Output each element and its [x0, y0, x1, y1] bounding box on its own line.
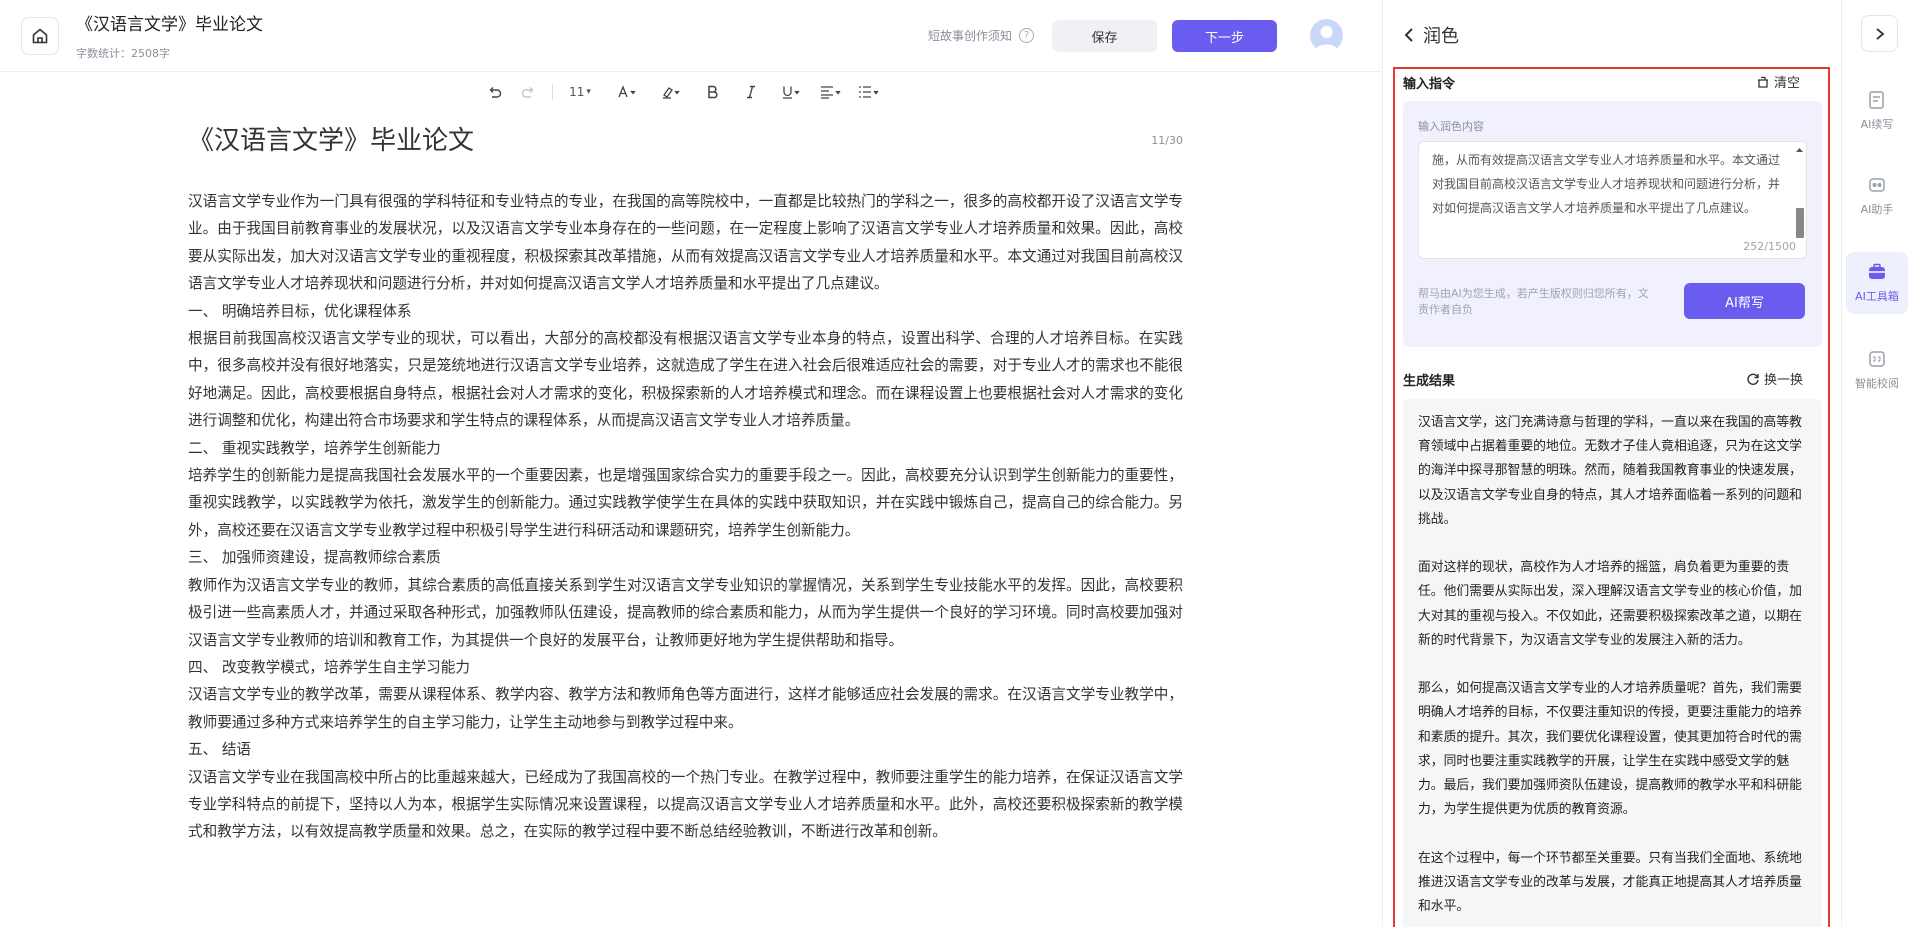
paragraph[interactable]: 汉语言文学专业在我国高校中所占的比重越来越大，已经成为了我国高校的一个热门专业。… [188, 764, 1183, 846]
tool-sidebar: AI续写 AI助手 AI工具箱 智能校阅 [1841, 0, 1912, 927]
font-color-icon [618, 85, 636, 98]
section-heading[interactable]: 二、 重视实践教学，培养学生创新能力 [188, 435, 1183, 462]
next-step-button[interactable]: 下一步 [1172, 20, 1277, 52]
proofread-icon [1869, 351, 1885, 367]
panel-header[interactable]: 润色 [1403, 22, 1459, 48]
toolbox-icon [1869, 263, 1885, 279]
scrollbar[interactable] [1795, 144, 1804, 256]
list-icon [859, 86, 879, 98]
chevron-right-icon [1875, 27, 1884, 40]
result-paragraph: 那么，如何提高汉语言文学专业的人才培养质量呢？首先，我们需要明确人才培养的目标，… [1418, 681, 1802, 818]
clear-label: 清空 [1774, 76, 1801, 91]
italic-button[interactable] [741, 80, 761, 104]
result-paragraph: 汉语言文学，这门充满诗意与哲理的学科，一直以来在我国的高等教育领域中占据着重要的… [1418, 415, 1802, 527]
char-count: 252/1500 [1743, 240, 1796, 253]
sidebar-item-ai-assistant[interactable]: AI助手 [1846, 165, 1908, 227]
align-button[interactable] [819, 80, 845, 104]
underline-icon [783, 86, 800, 99]
paragraph[interactable]: 汉语言文学专业作为一门具有很强的学科特征和专业特点的专业，在我国的高等院校中，一… [188, 188, 1183, 298]
collapse-panel-button[interactable] [1861, 15, 1898, 52]
bold-button[interactable] [703, 80, 723, 104]
sidebar-item-smart-proofread[interactable]: 智能校阅 [1846, 339, 1908, 401]
result-text[interactable]: 汉语言文学，这门充满诗意与哲理的学科，一直以来在我国的高等教育领域中占据着重要的… [1418, 411, 1808, 927]
panel-title: 润色 [1423, 26, 1459, 47]
sidebar-item-ai-toolbox[interactable]: AI工具箱 [1846, 252, 1908, 314]
ai-write-button[interactable]: AI帮写 [1684, 283, 1805, 319]
sidebar-item-ai-continue[interactable]: AI续写 [1846, 80, 1908, 142]
highlight-color-button[interactable] [659, 80, 685, 104]
robot-icon [1869, 178, 1885, 192]
input-section-title: 输入指令 [1403, 77, 1456, 92]
chevron-down-icon: ▾ [586, 87, 591, 97]
sidebar-item-label: 智能校阅 [1855, 377, 1899, 390]
redo-button[interactable] [516, 80, 540, 104]
document-heading[interactable]: 《汉语言文学》毕业论文 [188, 120, 1183, 157]
back-arrow-icon[interactable] [1403, 27, 1415, 43]
help-icon[interactable]: ? [1019, 28, 1035, 43]
word-count: 字数统计：2508字 [76, 47, 170, 60]
panel-content: 输入指令 清空 输入润色内容 施，从而有效提高汉语言文学专业人才培养质量和水平。… [1393, 67, 1830, 927]
swap-label: 换一换 [1764, 373, 1804, 388]
input-label: 输入润色内容 [1418, 120, 1484, 133]
user-avatar-icon [1315, 26, 1338, 52]
section-heading[interactable]: 四、 改变教学模式，培养学生自主学习能力 [188, 654, 1183, 681]
paragraph[interactable]: 教师作为汉语言文学专业的教师，其综合素质的高低直接关系到学生对汉语言文学专业知识… [188, 572, 1183, 654]
polish-panel: 润色 输入指令 清空 输入润色内容 施，从而有效提高汉语言文学专业人才培养质量和… [1382, 0, 1841, 927]
paragraph[interactable]: 汉语言文学专业的教学改革，需要从课程体系、教学内容、教学方法和教师角色等方面进行… [188, 681, 1183, 736]
font-color-button[interactable] [615, 80, 641, 104]
paragraph[interactable]: 培养学生的创新能力是提高我国社会发展水平的一个重要因素，也是增强国家综合实力的重… [188, 462, 1183, 544]
undo-icon [489, 86, 501, 98]
input-card: 输入润色内容 施，从而有效提高汉语言文学专业人才培养质量和水平。本文通过对我国目… [1403, 101, 1822, 347]
ai-continue-icon [1869, 91, 1884, 109]
clear-icon [1758, 76, 1768, 88]
scroll-up-icon[interactable] [1795, 146, 1804, 154]
redo-icon [521, 86, 533, 98]
result-paragraph: 在这个过程中，每一个环节都至关重要。只有当我们全面地、系统地推进汉语言文学专业的… [1418, 850, 1802, 915]
page-counter: 11/30 [1151, 134, 1183, 147]
section-heading[interactable]: 一、 明确培养目标，优化课程体系 [188, 298, 1183, 325]
editor-toolbar: 11 ▾ [482, 80, 883, 104]
align-left-icon [821, 86, 841, 99]
document-body[interactable]: 汉语言文学专业作为一门具有很强的学科特征和专业特点的专业，在我国的高等院校中，一… [188, 188, 1183, 846]
paragraph[interactable]: 根据目前我国高校汉语言文学专业的现状，可以看出，大部分的高校都没有根据汉语言文学… [188, 325, 1183, 435]
result-card: 汉语言文学，这门充满诗意与哲理的学科，一直以来在我国的高等教育领域中占据着重要的… [1403, 399, 1822, 927]
result-paragraph: 面对这样的现状，高校作为人才培养的摇篮，肩负着更为重要的责任。他们需要从实际出发… [1418, 560, 1802, 648]
sidebar-item-label: AI助手 [1860, 203, 1894, 216]
clear-button[interactable]: 清空 [1756, 72, 1800, 91]
top-header: 《汉语言文学》毕业论文 字数统计：2508字 短故事创作须知 ? 保存 下一步 [0, 0, 1382, 72]
sidebar-item-label: AI工具箱 [1855, 290, 1899, 303]
section-heading[interactable]: 三、 加强师资建设，提高教师综合素质 [188, 544, 1183, 571]
undo-button[interactable] [482, 80, 506, 104]
save-button[interactable]: 保存 [1052, 20, 1157, 52]
swap-button[interactable]: 换一换 [1746, 369, 1803, 388]
avatar[interactable] [1310, 19, 1343, 52]
highlight-icon [663, 87, 680, 99]
result-section-title: 生成结果 [1403, 374, 1456, 389]
scroll-thumb[interactable] [1796, 208, 1804, 238]
font-size-select[interactable]: 11 ▾ [565, 80, 595, 104]
tips-label: 短故事创作须知 [928, 29, 1013, 43]
sidebar-item-label: AI续写 [1860, 118, 1894, 131]
section-heading[interactable]: 五、 结语 [188, 736, 1183, 763]
underline-button[interactable] [779, 80, 805, 104]
creation-tips[interactable]: 短故事创作须知 ? [928, 27, 1035, 44]
polish-input-text[interactable]: 施，从而有效提高汉语言文学专业人才培养质量和水平。本文通过对我国目前高校汉语言文… [1432, 148, 1787, 220]
ai-disclaimer: 帮马由AI为您生成，若产生版权则归您所有，文责作者自负 [1418, 287, 1649, 316]
font-size-value: 11 [569, 85, 585, 99]
home-icon [32, 28, 48, 44]
document-editor[interactable]: 《汉语言文学》毕业论文 11/30 汉语言文学专业作为一门具有很强的学科特征和专… [188, 120, 1183, 846]
home-button[interactable] [21, 17, 59, 55]
document-title: 《汉语言文学》毕业论文 [76, 15, 263, 35]
refresh-icon [1747, 373, 1759, 385]
list-button[interactable] [857, 80, 883, 104]
polish-input[interactable]: 施，从而有效提高汉语言文学专业人才培养质量和水平。本文通过对我国目前高校汉语言文… [1418, 141, 1807, 259]
bold-icon [708, 85, 718, 99]
italic-icon [747, 85, 755, 99]
toolbar-divider [552, 84, 553, 100]
